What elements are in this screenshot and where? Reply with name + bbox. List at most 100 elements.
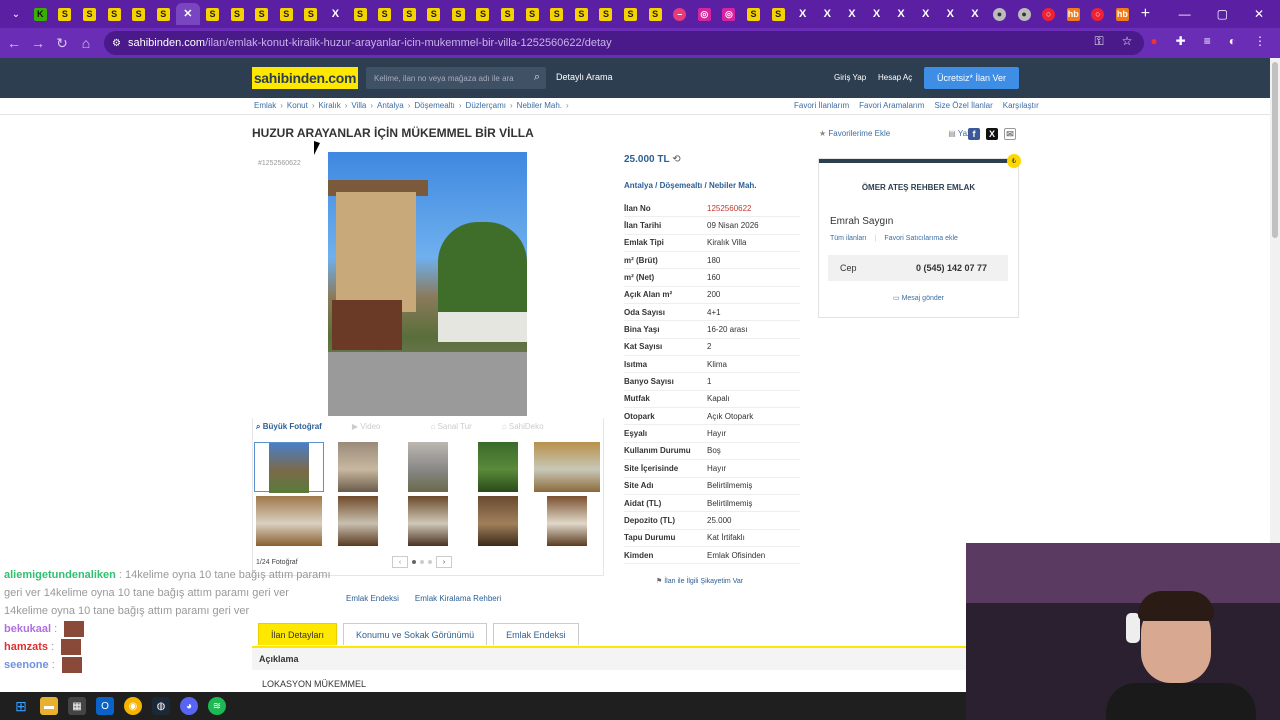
thumbnail[interactable]	[393, 496, 463, 546]
steam-icon[interactable]: ◍	[152, 697, 170, 715]
outlook-icon[interactable]: O	[96, 697, 114, 715]
profile-avatar-icon[interactable]: ◐	[1229, 34, 1236, 49]
location-link[interactable]: Nebiler Mah.	[709, 181, 757, 190]
close-window-icon[interactable]: ✕	[1254, 7, 1264, 21]
real-estate-index-link[interactable]: Emlak Endeksi	[346, 594, 399, 603]
breadcrumb-item[interactable]: Kiralık	[318, 101, 340, 110]
browser-tab[interactable]: S	[372, 3, 397, 25]
site-logo[interactable]: sahibinden.com	[252, 67, 358, 89]
chrome-icon[interactable]: ◉	[124, 697, 142, 715]
browser-tab[interactable]: S	[766, 3, 791, 25]
big-photo-tab[interactable]: ⌕ Büyük Fotoğraf	[256, 422, 322, 436]
breadcrumb-item[interactable]: Villa	[351, 101, 366, 110]
browser-tab[interactable]: X	[963, 3, 988, 25]
rental-guide-link[interactable]: Emlak Kiralama Rehberi	[415, 594, 501, 603]
url-field[interactable]: ⚙ sahibinden.com/ilan/emlak-konut-kirali…	[104, 31, 1144, 55]
browser-tab[interactable]: S	[200, 3, 225, 25]
browser-tab[interactable]: ◎	[717, 3, 742, 25]
browser-tab[interactable]: S	[520, 3, 545, 25]
new-tab-icon[interactable]: +	[1141, 5, 1150, 23]
thumbnail[interactable]	[324, 442, 394, 492]
windows-start-icon[interactable]: ⊞	[12, 697, 30, 715]
main-photo[interactable]	[328, 152, 527, 416]
forward-icon[interactable]: →	[26, 35, 50, 51]
email-share-icon[interactable]: ✉	[1004, 128, 1016, 140]
prev-page-icon[interactable]: ‹	[392, 556, 408, 568]
browser-tab[interactable]: hb	[1110, 3, 1135, 25]
agency-name[interactable]: ÖMER ATEŞ REHBER EMLAK	[819, 183, 1018, 192]
browser-tab[interactable]: K	[28, 3, 53, 25]
facebook-icon[interactable]: f	[968, 128, 980, 140]
search-input[interactable]: Kelime, ilan no veya mağaza adı ile ara …	[366, 67, 546, 89]
browser-tab[interactable]: X	[790, 3, 815, 25]
browser-tab[interactable]: S	[348, 3, 373, 25]
price-history-icon[interactable]: ⟲	[672, 154, 680, 165]
browser-tab[interactable]: S	[397, 3, 422, 25]
location-link[interactable]: Döşemealtı	[660, 181, 703, 190]
browser-tab[interactable]: S	[569, 3, 594, 25]
detailed-search-link[interactable]: Detaylı Arama	[556, 72, 613, 82]
complaint-link[interactable]: ⚑ İlan ile İlgili Şikayetim Var	[656, 577, 743, 585]
favorite-seller-link[interactable]: Favori Satıcılarıma ekle	[884, 235, 958, 242]
browser-tab[interactable]: S	[274, 3, 299, 25]
browser-tab[interactable]: S	[299, 3, 324, 25]
browser-tab[interactable]: S	[446, 3, 471, 25]
phone-number[interactable]: 0 (545) 142 07 77	[916, 263, 987, 273]
browser-tab[interactable]: S	[495, 3, 520, 25]
reload-icon[interactable]: ↻	[50, 35, 74, 52]
tab-location[interactable]: Konumu ve Sokak Görünümü	[343, 623, 488, 645]
browser-tab[interactable]: ○	[1086, 3, 1111, 25]
pager-dot[interactable]	[412, 560, 416, 564]
top-link[interactable]: Size Özel İlanlar	[934, 101, 992, 110]
all-ads-link[interactable]: Tüm ilanları	[830, 235, 867, 242]
login-link[interactable]: Giriş Yap	[834, 73, 866, 82]
media-icon[interactable]: ≡	[1204, 34, 1211, 49]
browser-tab[interactable]: X	[938, 3, 963, 25]
browser-tab[interactable]: S	[643, 3, 668, 25]
discord-icon[interactable]: ◕	[180, 697, 198, 715]
browser-tab[interactable]: ✕	[175, 3, 201, 25]
minimize-icon[interactable]: —	[1179, 7, 1191, 21]
file-explorer-icon[interactable]: ▬	[40, 697, 58, 715]
maximize-icon[interactable]: ▢	[1217, 7, 1228, 21]
browser-tab[interactable]: S	[102, 3, 127, 25]
pager-dot[interactable]	[428, 560, 432, 564]
breadcrumb-item[interactable]: Nebiler Mah.	[517, 101, 562, 110]
pager-dot[interactable]	[420, 560, 424, 564]
back-icon[interactable]: ←	[2, 35, 26, 51]
browser-tab[interactable]: S	[594, 3, 619, 25]
thumbnail[interactable]	[463, 496, 533, 546]
site-info-icon[interactable]: ⚙	[112, 38, 121, 49]
browser-tab[interactable]: S	[225, 3, 250, 25]
browser-tab[interactable]: ●	[1012, 3, 1037, 25]
browser-tab[interactable]: S	[618, 3, 643, 25]
thumbnail[interactable]	[532, 496, 602, 546]
add-favorite-link[interactable]: ★ Favorilerime Ekle	[819, 129, 890, 138]
browser-tab[interactable]: ◎	[692, 3, 717, 25]
breadcrumb-item[interactable]: Antalya	[377, 101, 404, 110]
search-icon[interactable]: ⌕	[534, 71, 540, 84]
puzzle-icon[interactable]: ✚	[1176, 34, 1186, 49]
browser-tab[interactable]: S	[741, 3, 766, 25]
breadcrumb-item[interactable]: Konut	[287, 101, 308, 110]
browser-tab[interactable]: X	[864, 3, 889, 25]
thumbnail[interactable]	[254, 442, 324, 493]
store-icon[interactable]: ▦	[68, 697, 86, 715]
home-icon[interactable]: ⌂	[74, 35, 98, 51]
top-link[interactable]: Favori İlanlarım	[794, 101, 849, 110]
next-page-icon[interactable]: ›	[436, 556, 452, 568]
browser-tab[interactable]: S	[77, 3, 102, 25]
browser-tab[interactable]: S	[126, 3, 151, 25]
tab-index[interactable]: Emlak Endeksi	[493, 623, 579, 645]
register-link[interactable]: Hesap Aç	[878, 73, 912, 82]
browser-tab[interactable]: S	[53, 3, 78, 25]
spotify-icon[interactable]: ≋	[208, 697, 226, 715]
breadcrumb-item[interactable]: Emlak	[254, 101, 276, 110]
location-link[interactable]: Antalya	[624, 181, 653, 190]
scrollbar[interactable]	[1270, 58, 1280, 543]
browser-tab[interactable]: X	[815, 3, 840, 25]
bookmark-star-icon[interactable]: ☆	[1122, 34, 1133, 49]
tab-search-icon[interactable]: ⌄	[4, 9, 28, 20]
browser-tab[interactable]: S	[422, 3, 447, 25]
thumbnail[interactable]	[254, 496, 324, 546]
